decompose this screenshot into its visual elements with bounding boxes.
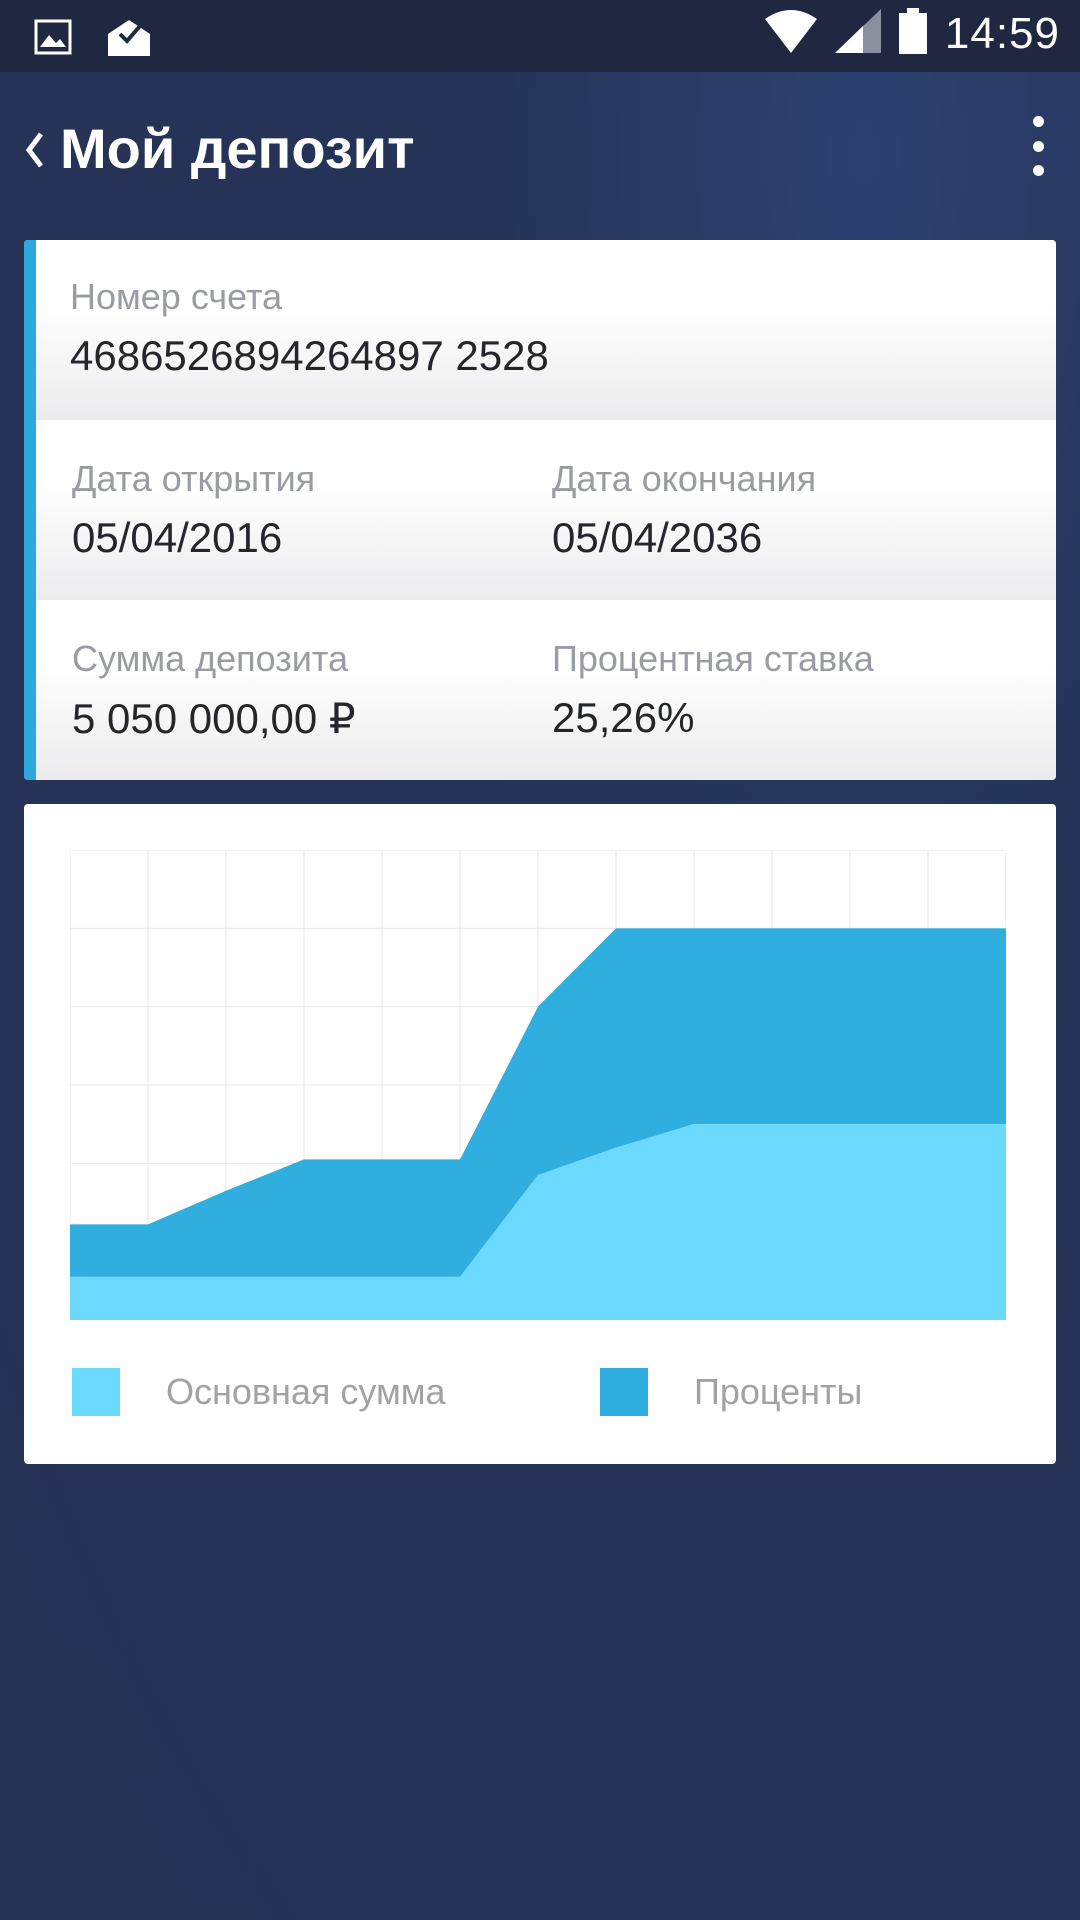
account-number: 4686526894264897 2528 [70,332,549,379]
end-date-label: Дата окончания [552,458,817,499]
mail-check-icon [106,16,152,63]
card-accent-bar [24,240,36,780]
dates-row: Дата открытия 05/04/2016 Дата окончания … [36,420,1056,600]
chart-card: Основная сумма Проценты [24,804,1056,1464]
back-button[interactable] [14,122,54,178]
open-date-value: 05/04/2016 [72,514,283,561]
amount-label: Сумма депозита [72,638,348,679]
amount-field: Сумма депозита 5 050 000,00 ₽ [72,638,356,743]
legend-label-principal: Основная сумма [166,1371,446,1412]
deposit-growth-chart [70,850,1006,1320]
rate-label: Процентная ставка [552,638,874,679]
account-field: Номер счета 4686526894264897 2528 [70,276,549,380]
legend-item-interest: Проценты [600,1368,862,1416]
rate-field: Процентная ставка 25,26% [552,638,874,742]
battery-icon [898,8,927,59]
amount-row: Сумма депозита 5 050 000,00 ₽ Процентная… [36,600,1056,780]
legend-item-principal: Основная сумма [72,1368,446,1416]
app-bar: Мой депозит [0,72,1080,228]
image-icon [34,19,72,60]
deposit-info-card: Номер счета 4686526894264897 2528 Дата о… [24,240,1056,780]
account-row: Номер счета 4686526894264897 2528 [36,240,1056,420]
legend-swatch-interest [600,1368,648,1416]
chevron-left-icon [25,132,43,168]
account-label: Номер счета [70,276,283,317]
more-options-button[interactable] [1018,116,1058,176]
signal-icon [834,9,881,58]
end-date-value: 05/04/2036 [552,514,763,561]
rate-value: 25,26% [552,694,695,741]
legend-label-interest: Проценты [694,1371,863,1412]
open-date-label: Дата открытия [72,458,316,499]
clock: 14:59 [944,8,1060,58]
end-date-field: Дата окончания 05/04/2036 [552,458,816,562]
amount-value: 5 050 000,00 ₽ [72,695,356,742]
legend-swatch-principal [72,1368,120,1416]
page-title: Мой депозит [60,117,415,180]
open-date-field: Дата открытия 05/04/2016 [72,458,315,562]
wifi-icon [764,9,817,58]
more-vert-icon [1032,116,1044,127]
status-bar: 14:59 [0,0,1080,72]
